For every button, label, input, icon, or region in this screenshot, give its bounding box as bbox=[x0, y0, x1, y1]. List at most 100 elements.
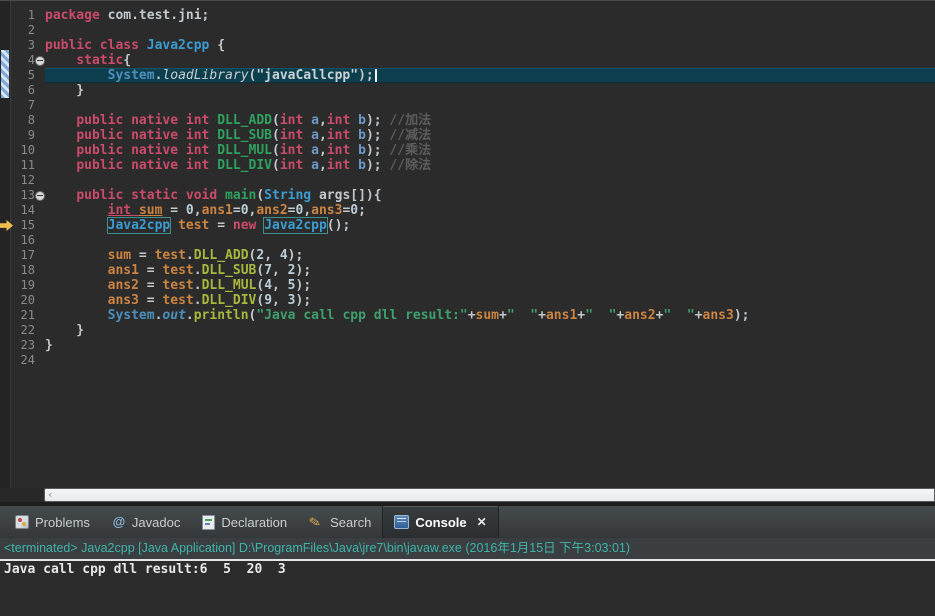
code-token: , bbox=[272, 263, 288, 278]
fold-collapse-icon[interactable] bbox=[35, 191, 45, 201]
tab-console[interactable]: Console✕ bbox=[382, 506, 498, 538]
code-token bbox=[45, 263, 108, 278]
code-token: ans2 bbox=[256, 203, 287, 218]
code-token: int bbox=[280, 128, 311, 143]
code-token: ans1 bbox=[202, 203, 233, 218]
code-token: ( bbox=[272, 158, 280, 173]
code-line[interactable]: ans2 = test.DLL_MUL(4, 5); bbox=[45, 278, 935, 293]
code-line[interactable] bbox=[45, 173, 935, 188]
code-line[interactable]: } bbox=[45, 83, 935, 98]
code-token bbox=[170, 218, 178, 233]
code-line[interactable]: public class Java2cpp { bbox=[45, 38, 935, 53]
code-token: = bbox=[288, 203, 296, 218]
line-number-label: 5 bbox=[11, 68, 35, 83]
code-token: "Java call cpp dll result:" bbox=[256, 308, 467, 323]
code-line[interactable]: static{ bbox=[45, 53, 935, 68]
code-token: } bbox=[45, 338, 53, 353]
line-number-label: 16 bbox=[11, 233, 35, 248]
code-line[interactable]: sum = test.DLL_ADD(2, 4); bbox=[45, 248, 935, 263]
code-line[interactable]: package com.test.jni; bbox=[45, 8, 935, 23]
eclipse-window: 123456789101112131415161718192021222324 … bbox=[0, 0, 935, 616]
code-token: 0 bbox=[186, 203, 194, 218]
code-token: " " bbox=[585, 308, 616, 323]
code-line[interactable] bbox=[45, 98, 935, 113]
line-number-label: 3 bbox=[11, 38, 35, 53]
code-token: com.test.jni; bbox=[108, 8, 210, 23]
tab-label: Javadoc bbox=[132, 515, 180, 530]
code-token: a bbox=[311, 143, 319, 158]
code-token: int bbox=[327, 158, 358, 173]
code-token: ( bbox=[272, 128, 280, 143]
code-token: a bbox=[311, 128, 319, 143]
code-line[interactable] bbox=[45, 23, 935, 38]
fold-collapse-icon[interactable] bbox=[35, 56, 45, 66]
console-status-line: <terminated> Java2cpp [Java Application]… bbox=[0, 538, 935, 559]
code-line[interactable]: public native int DLL_ADD(int a,int b); … bbox=[45, 113, 935, 128]
line-number: 13 bbox=[11, 188, 45, 203]
code-token: 0 bbox=[350, 203, 358, 218]
line-number-label: 9 bbox=[11, 128, 35, 143]
code-line[interactable]: public static void main(String args[]){ bbox=[45, 188, 935, 203]
line-number-label: 11 bbox=[11, 158, 35, 173]
code-line[interactable]: Java2cpp test = new Java2cpp(); bbox=[45, 218, 935, 233]
code-line[interactable] bbox=[45, 233, 935, 248]
code-token: b bbox=[358, 158, 366, 173]
console-output[interactable]: Java call cpp dll result:6 5 20 3 bbox=[0, 561, 935, 616]
code-token: ); bbox=[734, 308, 750, 323]
marker-bar[interactable] bbox=[0, 1, 11, 488]
line-number: 19 bbox=[11, 278, 45, 293]
code-line[interactable]: System.loadLibrary("javaCallcpp"); bbox=[45, 68, 935, 83]
code-token: 7 bbox=[264, 263, 272, 278]
code-token: loadLibrary bbox=[162, 68, 248, 83]
code-token: DLL_ADD bbox=[217, 113, 272, 128]
code-line[interactable]: System.out.println("Java call cpp dll re… bbox=[45, 308, 935, 323]
code-token: System bbox=[108, 68, 155, 83]
tab-javadoc[interactable]: Javadoc bbox=[101, 506, 191, 538]
console-icon bbox=[394, 515, 409, 529]
code-token: String bbox=[264, 188, 311, 203]
code-line[interactable]: } bbox=[45, 323, 935, 338]
tab-problems[interactable]: Problems bbox=[4, 506, 101, 538]
code-token: { bbox=[209, 38, 225, 53]
horizontal-scrollbar[interactable]: ‹ bbox=[0, 488, 935, 502]
code-line[interactable]: ans3 = test.DLL_DIV(9, 3); bbox=[45, 293, 935, 308]
code-token: ans2 bbox=[108, 278, 139, 293]
code-line[interactable]: public native int DLL_MUL(int a,int b); … bbox=[45, 143, 935, 158]
code-token: ); bbox=[358, 68, 374, 83]
code-token: } bbox=[45, 83, 84, 98]
code-token: public native int bbox=[76, 128, 217, 143]
code-line[interactable]: public native int DLL_DIV(int a,int b); … bbox=[45, 158, 935, 173]
code-token: 2 bbox=[288, 263, 296, 278]
code-token bbox=[45, 203, 108, 218]
code-lines[interactable]: package com.test.jni; public class Java2c… bbox=[45, 1, 935, 488]
code-line[interactable] bbox=[45, 353, 935, 368]
line-number: 11 bbox=[11, 158, 45, 173]
line-number-label: 24 bbox=[11, 353, 35, 368]
code-token: int bbox=[327, 113, 358, 128]
line-number-label: 18 bbox=[11, 263, 35, 278]
code-line[interactable]: public native int DLL_SUB(int a,int b); … bbox=[45, 128, 935, 143]
code-token bbox=[45, 128, 76, 143]
code-token bbox=[45, 143, 76, 158]
declaration-icon bbox=[202, 515, 215, 530]
code-token: (); bbox=[327, 218, 350, 233]
code-token: ( bbox=[256, 188, 264, 203]
code-line[interactable]: } bbox=[45, 338, 935, 353]
code-token: //除法 bbox=[389, 158, 431, 173]
tab-declaration[interactable]: Declaration bbox=[191, 506, 298, 538]
code-line[interactable]: int sum = 0,ans1=0,ans2=0,ans3=0; bbox=[45, 203, 935, 218]
code-token: package bbox=[45, 8, 108, 23]
tab-search[interactable]: Search bbox=[298, 506, 382, 538]
code-token: Java2cpp bbox=[263, 217, 328, 234]
scrollbar-track[interactable]: ‹ bbox=[44, 488, 935, 502]
code-token: = bbox=[162, 203, 185, 218]
code-token: + bbox=[499, 308, 507, 323]
scroll-left-icon[interactable]: ‹ bbox=[45, 490, 52, 500]
code-line[interactable]: ans1 = test.DLL_SUB(7, 2); bbox=[45, 263, 935, 278]
code-token: DLL_DIV bbox=[202, 293, 257, 308]
line-number: 18 bbox=[11, 263, 45, 278]
code-token: args[]){ bbox=[311, 188, 381, 203]
code-editor[interactable]: 123456789101112131415161718192021222324 … bbox=[0, 1, 935, 488]
close-icon[interactable]: ✕ bbox=[477, 515, 487, 529]
line-number-gutter[interactable]: 123456789101112131415161718192021222324 bbox=[11, 1, 45, 488]
